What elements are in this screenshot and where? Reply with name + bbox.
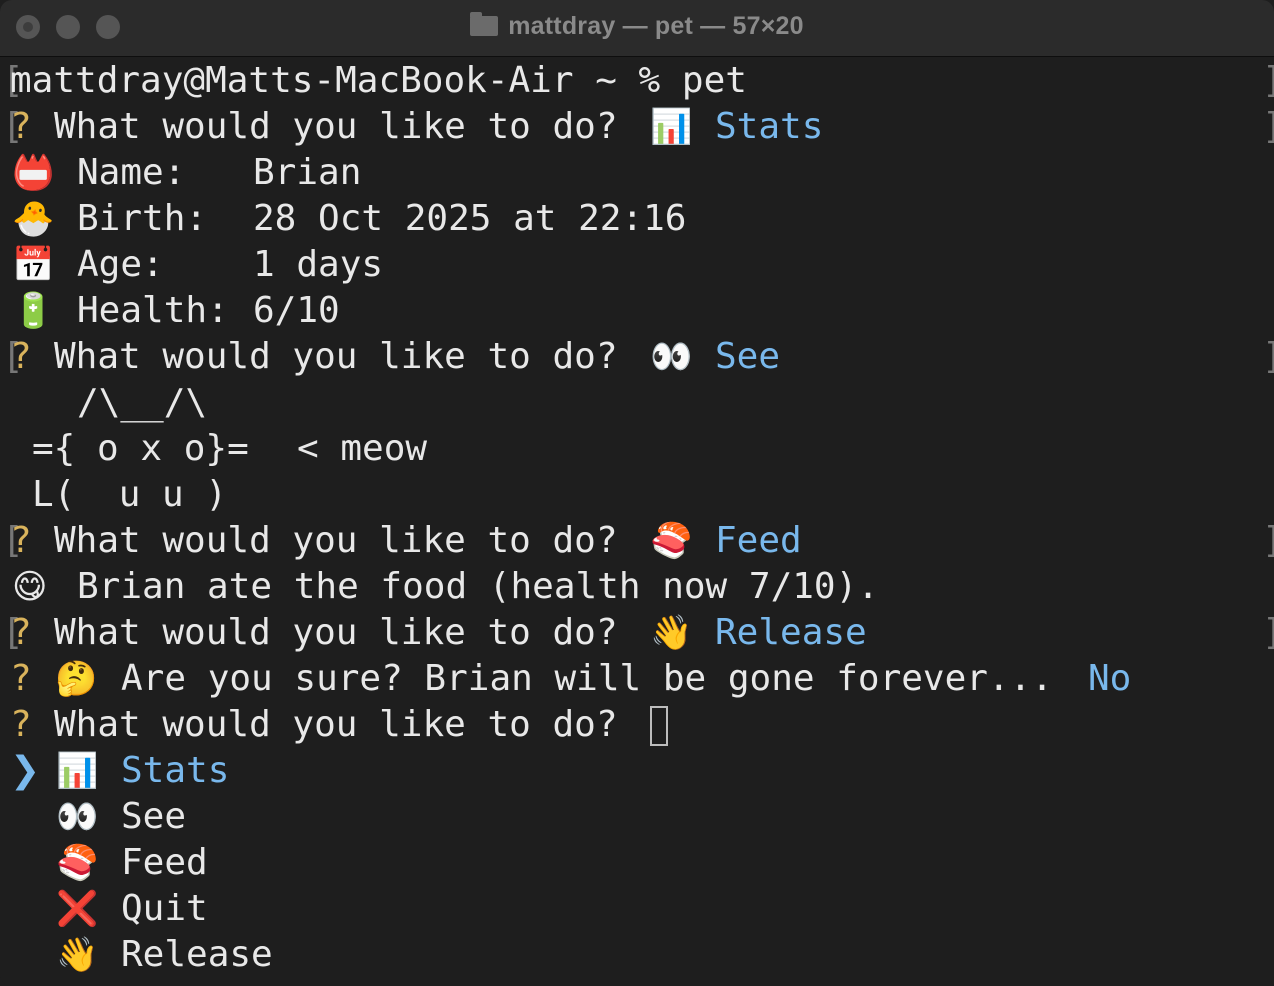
answer-see: See xyxy=(715,336,781,377)
cross-mark-icon: ❌ xyxy=(56,889,99,929)
question-mark: ? xyxy=(10,520,32,561)
battery-icon: 🔋 xyxy=(12,291,55,331)
calendar-icon: 📅 xyxy=(12,245,55,285)
age-label: Age: xyxy=(77,244,164,285)
answer-feed: Feed xyxy=(715,520,802,561)
menu-item-quit[interactable]: ❌ Quit xyxy=(0,886,1274,932)
confirm-line: ? 🤔 Are you sure? Brian will be gone for… xyxy=(0,656,1274,702)
cat-face: ={ o x o}= xyxy=(32,428,249,469)
menu-item-stats[interactable]: ❯ 📊 Stats xyxy=(0,748,1274,794)
cat-art-line-1: /\__/\ xyxy=(0,380,1274,426)
name-label: Name: xyxy=(77,152,186,193)
command-line: [ mattdray@Matts-MacBook-Air ~ % pet ] xyxy=(0,58,1274,104)
feed-result-text: Brian ate the food (health now 7/10). xyxy=(77,566,879,607)
title-bar: mattdray — pet — 57×20 xyxy=(0,0,1274,57)
question-line-feed: [ ? What would you like to do? 🍣 Feed ] xyxy=(0,518,1274,564)
thinking-face-icon: 🤔 xyxy=(55,659,98,699)
cat-speech: < meow xyxy=(297,428,428,469)
active-question-line: ? What would you like to do? xyxy=(0,702,1274,748)
menu-item-label: Quit xyxy=(121,888,208,929)
hatching-chick-icon: 🐣 xyxy=(12,199,55,239)
line-mark-right: ] xyxy=(1262,58,1274,104)
bar-chart-icon: 📊 xyxy=(650,107,693,147)
answer-stats: Stats xyxy=(715,106,824,147)
answer-release: Release xyxy=(715,612,867,653)
menu-item-label: Feed xyxy=(121,842,208,883)
yum-face-icon: 😋 xyxy=(12,567,48,607)
question-text: What would you like to do? xyxy=(54,612,618,653)
confirm-answer: No xyxy=(1088,658,1132,699)
eyes-icon: 👀 xyxy=(650,337,693,377)
menu-item-see[interactable]: 👀 See xyxy=(0,794,1274,840)
menu-item-label: Release xyxy=(121,934,273,975)
shell-prompt: mattdray@Matts-MacBook-Air ~ % pet xyxy=(10,60,747,101)
feed-result-line: 😋 Brian ate the food (health now 7/10). xyxy=(0,564,1274,610)
name-value: Brian xyxy=(253,152,362,193)
stats-health-row: 🔋 Health: 6/10 xyxy=(0,288,1274,334)
selector-chevron-icon: ❯ xyxy=(10,750,41,791)
question-text: What would you like to do? xyxy=(54,336,618,377)
question-mark: ? xyxy=(10,658,32,699)
question-line-stats: [ ? What would you like to do? 📊 Stats ] xyxy=(0,104,1274,150)
confirm-question: Are you sure? Brian will be gone forever… xyxy=(121,658,1053,699)
question-mark: ? xyxy=(10,612,32,653)
question-mark: ? xyxy=(10,336,32,377)
sushi-icon: 🍣 xyxy=(650,521,693,561)
question-mark: ? xyxy=(10,106,32,147)
terminal-content[interactable]: [ mattdray@Matts-MacBook-Air ~ % pet ] [… xyxy=(0,56,1274,986)
eyes-icon: 👀 xyxy=(56,797,99,837)
text-cursor xyxy=(650,706,668,746)
menu-item-label: Stats xyxy=(121,750,230,791)
name-badge-icon: 📛 xyxy=(12,153,55,193)
menu-item-release[interactable]: 👋 Release xyxy=(0,932,1274,978)
cat-ears: /\__/\ xyxy=(77,382,208,423)
stats-birth-row: 🐣 Birth: 28 Oct 2025 at 22:16 xyxy=(0,196,1274,242)
question-text: What would you like to do? xyxy=(54,704,618,745)
question-line-see: [ ? What would you like to do? 👀 See ] xyxy=(0,334,1274,380)
question-line-release: [ ? What would you like to do? 👋 Release… xyxy=(0,610,1274,656)
question-text: What would you like to do? xyxy=(54,106,618,147)
terminal-window: mattdray — pet — 57×20 [ mattdray@Matts-… xyxy=(0,0,1274,986)
health-value: 6/10 xyxy=(253,290,340,331)
question-text: What would you like to do? xyxy=(54,520,618,561)
age-value: 1 days xyxy=(253,244,384,285)
stats-age-row: 📅 Age: 1 days xyxy=(0,242,1274,288)
cat-paws: L( u u ) xyxy=(32,474,228,515)
cat-art-line-3: L( u u ) xyxy=(0,472,1274,518)
birth-label: Birth: xyxy=(77,198,208,239)
question-mark: ? xyxy=(10,704,32,745)
health-label: Health: xyxy=(77,290,229,331)
menu-item-feed[interactable]: 🍣 Feed xyxy=(0,840,1274,886)
window-title: mattdray — pet — 57×20 xyxy=(0,12,1274,41)
waving-hand-icon: 👋 xyxy=(650,613,693,653)
birth-value: 28 Oct 2025 at 22:16 xyxy=(253,198,687,239)
window-title-text: mattdray — pet — 57×20 xyxy=(508,12,804,40)
stats-name-row: 📛 Name: Brian xyxy=(0,150,1274,196)
cat-art-line-2: ={ o x o}= < meow xyxy=(0,426,1274,472)
menu-item-label: See xyxy=(121,796,187,837)
waving-hand-icon: 👋 xyxy=(56,935,99,975)
bar-chart-icon: 📊 xyxy=(56,751,99,791)
folder-icon xyxy=(470,12,499,36)
sushi-icon: 🍣 xyxy=(56,843,99,883)
